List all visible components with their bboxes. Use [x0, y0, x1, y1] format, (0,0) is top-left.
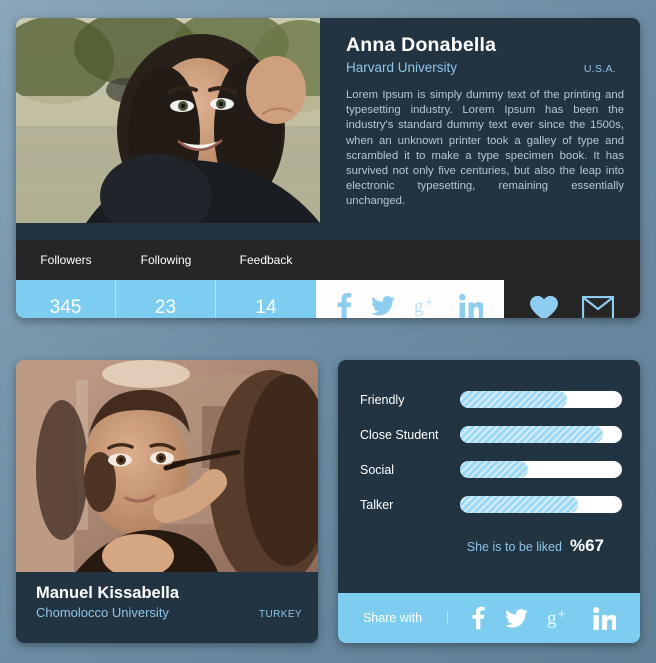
profile-card-anna: Anna Donabella Harvard University U.S.A.… — [16, 18, 640, 318]
liked-label: She is to be liked — [466, 540, 562, 554]
university-label: Harvard University — [346, 60, 458, 75]
profile-photo-manuel — [16, 360, 318, 572]
trait-label: Friendly — [360, 392, 405, 407]
trait-progress-fill — [460, 496, 579, 513]
trait-row-friendly: Friendly — [360, 382, 622, 417]
stats-values-row: 345 23 14 — [16, 280, 316, 318]
linkedin-icon[interactable] — [593, 606, 618, 630]
stat-label-followers: Followers — [40, 253, 92, 267]
heart-icon[interactable] — [530, 295, 558, 318]
trait-progress-track[interactable] — [460, 496, 622, 513]
stat-value-feedback[interactable]: 14 — [216, 280, 316, 318]
trait-progress-fill — [460, 426, 603, 443]
google-plus-icon[interactable]: g + — [547, 606, 573, 629]
bio-text: Lorem Ipsum is simply dummy text of the … — [346, 89, 624, 208]
trait-row-talker: Talker — [360, 487, 622, 522]
trait-row-social: Social — [360, 452, 622, 487]
trait-progress-track[interactable] — [460, 426, 622, 443]
university-row: Harvard University U.S.A. — [346, 60, 622, 75]
stat-label-feedback: Feedback — [239, 253, 293, 267]
share-icons-group: g + — [448, 606, 640, 630]
twitter-icon[interactable] — [504, 608, 528, 628]
envelope-icon[interactable] — [581, 295, 615, 318]
profile-photo-anna — [16, 18, 320, 223]
traits-list: Friendly Close Student Social Talker She — [338, 360, 640, 556]
trait-progress-fill — [460, 391, 567, 408]
university-label: Chomolocco University — [36, 605, 169, 620]
profile-card-manuel: Manuel Kissabella Chomolocco University … — [16, 360, 318, 643]
twitter-icon[interactable] — [371, 295, 396, 316]
share-bar: Share with g + — [338, 593, 640, 643]
university-row: Chomolocco University TURKEY — [36, 605, 302, 620]
trait-progress-track[interactable] — [460, 461, 622, 478]
profile-details-manuel: Manuel Kissabella Chomolocco University … — [16, 572, 318, 620]
stats-header-spacer — [316, 240, 640, 280]
trait-progress-track[interactable] — [460, 391, 622, 408]
traits-card: Friendly Close Student Social Talker She — [338, 360, 640, 643]
facebook-icon[interactable] — [472, 606, 485, 630]
svg-text:g: g — [547, 608, 557, 629]
social-links-panel: g + — [316, 280, 504, 318]
facebook-icon[interactable] — [337, 293, 352, 318]
trait-row-close-student: Close Student — [360, 417, 622, 452]
country-label: U.S.A. — [583, 63, 616, 75]
linkedin-icon[interactable] — [458, 294, 485, 318]
svg-text:+: + — [558, 607, 566, 621]
country-label: TURKEY — [259, 609, 302, 620]
share-label: Share with — [338, 611, 448, 625]
stat-value-following[interactable]: 23 — [116, 280, 216, 318]
liked-summary: She is to be liked %67 — [360, 536, 622, 556]
stat-label-following: Following — [140, 253, 192, 267]
trait-label: Talker — [360, 497, 394, 512]
svg-text:+: + — [425, 295, 433, 309]
stats-header-row: Followers Following Feedback — [16, 240, 640, 280]
trait-progress-fill — [460, 461, 529, 478]
stat-value-followers[interactable]: 345 — [16, 280, 116, 318]
trait-label: Social — [360, 462, 395, 477]
google-plus-icon[interactable]: g + — [414, 294, 440, 317]
svg-text:g: g — [414, 296, 424, 317]
liked-percent: %67 — [569, 536, 604, 555]
profile-actions-panel — [504, 280, 640, 318]
page-title: Anna Donabella — [346, 34, 497, 56]
trait-label: Close Student — [360, 427, 439, 442]
profile-name: Manuel Kissabella — [36, 584, 180, 602]
